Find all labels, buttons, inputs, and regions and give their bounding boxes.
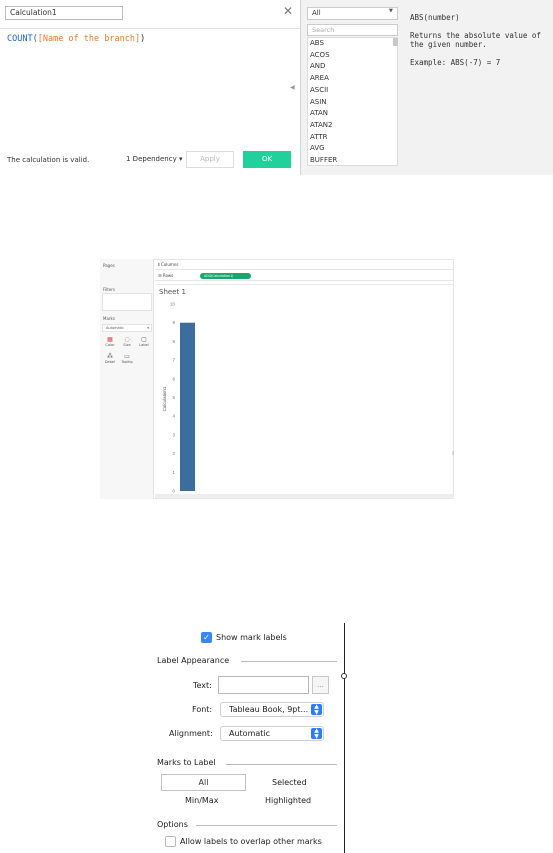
y-tick-label: 5 xyxy=(172,395,175,400)
text-label: Text: xyxy=(193,681,212,690)
updown-chevron-icon: ▲ ▼ xyxy=(311,728,322,739)
section-rule xyxy=(226,764,337,765)
rows-pill[interactable]: AGG(Calculation1) xyxy=(200,273,251,279)
font-select-value: Tableau Book, 9pt... xyxy=(229,705,309,714)
function-list-item[interactable]: AVG xyxy=(310,144,325,152)
bar[interactable] xyxy=(180,322,195,491)
function-list-item[interactable]: ASCII xyxy=(310,86,328,94)
mark-type-select[interactable]: Automatic ▾ xyxy=(102,324,152,332)
color-mark-card[interactable]: ▦ Color xyxy=(104,336,116,347)
section-rule xyxy=(241,661,337,662)
shelf-divider xyxy=(156,284,454,285)
allow-overlap-checkbox[interactable] xyxy=(165,836,176,847)
worksheet-status-bar xyxy=(155,494,454,498)
apply-button[interactable]: Apply xyxy=(186,151,234,168)
bars xyxy=(180,322,195,491)
tooltip-mark-card[interactable]: ▭ Tooltip xyxy=(121,353,133,364)
marks-option-minmax[interactable]: Min/Max xyxy=(185,796,218,805)
function-list-item[interactable]: AREA xyxy=(310,74,329,82)
options-heading: Options xyxy=(157,820,188,829)
function-list-item[interactable]: ATTR xyxy=(310,133,328,141)
marks-to-label-heading: Marks to Label xyxy=(157,758,216,767)
marks-card-title: Marks xyxy=(103,316,115,321)
function-example: Example: ABS(-7) = 7 xyxy=(410,57,501,67)
rows-shelf-label: ☰ Rows xyxy=(158,273,174,278)
pages-card-title: Pages xyxy=(103,263,115,268)
y-tick-label: 0 xyxy=(172,489,175,494)
y-tick-label: 10 xyxy=(170,302,176,307)
show-mark-labels-label: Show mark labels xyxy=(216,633,287,642)
font-select[interactable]: Tableau Book, 9pt... xyxy=(220,702,324,717)
section-rule xyxy=(196,825,337,826)
calculation-name-input[interactable]: Calculation1 xyxy=(5,6,123,20)
filters-shelf[interactable] xyxy=(102,293,152,311)
alignment-label: Alignment: xyxy=(169,729,213,738)
bar-chart: 0 1 2 3 4 5 6 7 8 9 10 Calculation1 xyxy=(162,302,454,494)
text-edit-button[interactable]: ... xyxy=(312,676,329,694)
formula-function: COUNT( xyxy=(7,34,38,44)
alignment-select[interactable]: Automatic xyxy=(220,726,324,741)
mark-type-value: Automatic xyxy=(106,326,124,330)
alignment-select-value: Automatic xyxy=(229,729,271,738)
y-tick-label: 9 xyxy=(172,320,175,325)
label-mark-card[interactable]: ▢ Label xyxy=(138,336,150,347)
size-mark-card[interactable]: ◌ Size xyxy=(121,336,133,347)
function-list-item[interactable]: ABS xyxy=(310,39,324,47)
y-axis-label: Calculation1 xyxy=(162,386,167,411)
function-list-item[interactable]: ACOS xyxy=(310,51,330,59)
y-tick-label: 4 xyxy=(172,414,175,419)
function-list-item[interactable]: BUFFER xyxy=(310,156,337,164)
editor-divider xyxy=(0,28,300,29)
function-list-item[interactable]: ATAN xyxy=(310,109,328,117)
validation-status: The calculation is valid. xyxy=(7,156,90,164)
function-list-item[interactable]: AND xyxy=(310,62,325,70)
marks-option-all[interactable]: All xyxy=(161,774,246,791)
label-appearance-heading: Label Appearance xyxy=(157,656,230,665)
columns-shelf-label: ⦀ Columns xyxy=(158,262,179,267)
marks-option-selected[interactable]: Selected xyxy=(272,778,307,787)
resize-handle[interactable] xyxy=(341,673,347,679)
y-tick-label: 1 xyxy=(172,470,175,475)
function-description-text: Returns the absolute value of the given … xyxy=(410,30,541,50)
updown-chevron-icon: ▲ ▼ xyxy=(311,704,322,715)
y-tick-label: 7 xyxy=(172,358,175,363)
formula-close: ) xyxy=(140,34,146,44)
function-search-input[interactable]: Search xyxy=(307,24,398,36)
filters-card-title: Filters xyxy=(103,287,115,292)
y-tick-label: 2 xyxy=(172,451,175,456)
label-text-input[interactable] xyxy=(218,676,309,694)
collapse-panel-icon[interactable]: ◀ xyxy=(290,84,295,91)
function-list-item[interactable]: ASIN xyxy=(310,98,327,106)
font-label: Font: xyxy=(192,705,213,714)
sheet-title: Sheet 1 xyxy=(159,288,186,296)
function-list[interactable]: ABS ACOS AND AREA ASCII ASIN ATAN ATAN2 … xyxy=(307,37,398,166)
chevron-down-icon: ▼ xyxy=(389,8,393,14)
allow-overlap-label: Allow labels to overlap other marks xyxy=(180,837,322,846)
function-list-scrollbar[interactable] xyxy=(393,38,398,46)
dependency-dropdown[interactable]: 1 Dependency ▾ xyxy=(126,155,182,163)
function-category-select[interactable]: All xyxy=(307,7,398,20)
marks-option-highlighted[interactable]: Highlighted xyxy=(265,796,311,805)
columns-shelf[interactable] xyxy=(155,260,454,270)
y-tick-label: 3 xyxy=(172,432,175,437)
formula-field: [Name of the branch] xyxy=(37,34,141,44)
function-description: ABS(number) Returns the absolute value o… xyxy=(410,13,545,75)
function-list-item[interactable]: ATAN2 xyxy=(310,121,332,129)
y-tick-label: 8 xyxy=(172,339,175,344)
chevron-down-icon: ▾ xyxy=(147,326,149,330)
y-tick-label: 6 xyxy=(172,376,175,381)
panel-edge xyxy=(344,623,345,853)
show-mark-labels-checkbox[interactable]: ✓ xyxy=(201,632,212,643)
ok-button[interactable]: OK xyxy=(243,151,291,168)
close-icon[interactable]: ✕ xyxy=(282,4,294,18)
calculation-editor xyxy=(0,0,300,175)
y-axis: 0 1 2 3 4 5 6 7 8 9 10 xyxy=(170,302,176,494)
detail-mark-card[interactable]: ⁂ Detail xyxy=(104,353,116,364)
function-signature: ABS(number) xyxy=(410,13,460,22)
formula-editor[interactable]: COUNT([Name of the branch]) xyxy=(7,34,145,44)
